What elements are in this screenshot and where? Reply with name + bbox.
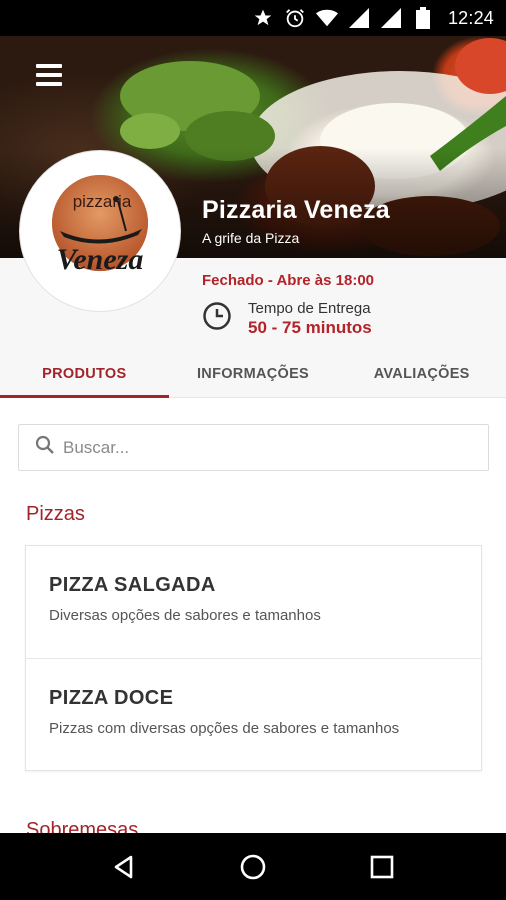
clock-time: 12:24 xyxy=(447,7,494,28)
delivery-time-label: Tempo de Entrega xyxy=(248,300,371,317)
category-item[interactable]: PIZZA SALGADA Diversas opções de sabores… xyxy=(26,546,481,658)
clock-icon xyxy=(202,301,232,331)
status-bar: 12:24 xyxy=(0,0,506,36)
opening-status: Fechado - Abre às 18:00 xyxy=(202,272,375,289)
signal-icon xyxy=(380,7,402,29)
alarm-icon xyxy=(284,7,306,29)
hamburger-menu-icon[interactable] xyxy=(36,64,62,86)
category-item[interactable]: PIZZA DOCE Pizzas com diversas opções de… xyxy=(26,658,481,770)
tab-produtos[interactable]: PRODUTOS xyxy=(0,350,169,398)
app-screen: 12:24 Pizzaria Veneza A grife da Pizza p… xyxy=(0,0,506,900)
category-description: Diversas opções de sabores e tamanhos xyxy=(49,607,321,624)
category-title: PIZZA DOCE xyxy=(49,687,174,709)
back-icon[interactable] xyxy=(102,845,146,889)
search-input[interactable] xyxy=(63,437,443,458)
svg-text:Veneza: Veneza xyxy=(57,243,144,276)
star-icon xyxy=(252,7,274,29)
tab-avaliacoes[interactable]: AVALIAÇÕES xyxy=(337,350,506,397)
category-description: Pizzas com diversas opções de sabores e … xyxy=(49,720,400,737)
recents-icon[interactable] xyxy=(360,845,404,889)
signal-icon xyxy=(348,7,370,29)
product-category-card: PIZZA SALGADA Diversas opções de sabores… xyxy=(25,545,482,771)
tab-informacoes[interactable]: INFORMAÇÕES xyxy=(169,350,338,397)
svg-text:pizzaria: pizzaria xyxy=(73,192,132,211)
store-logo: pizzaria Veneza xyxy=(20,151,180,311)
delivery-time-value: 50 - 75 minutos xyxy=(248,318,372,337)
search-box[interactable] xyxy=(18,424,489,471)
store-logo-image: pizzaria Veneza xyxy=(52,175,148,276)
store-name: Pizzaria Veneza xyxy=(202,196,390,224)
tab-bar: PRODUTOS INFORMAÇÕES AVALIAÇÕES xyxy=(0,350,506,398)
battery-icon xyxy=(412,7,434,29)
system-nav-bar xyxy=(0,833,506,900)
section-title-pizzas: Pizzas xyxy=(26,503,85,525)
home-icon[interactable] xyxy=(231,845,275,889)
store-tagline: A grife da Pizza xyxy=(202,230,300,246)
category-title: PIZZA SALGADA xyxy=(49,574,216,596)
search-icon xyxy=(35,435,55,460)
wifi-icon xyxy=(315,7,338,29)
